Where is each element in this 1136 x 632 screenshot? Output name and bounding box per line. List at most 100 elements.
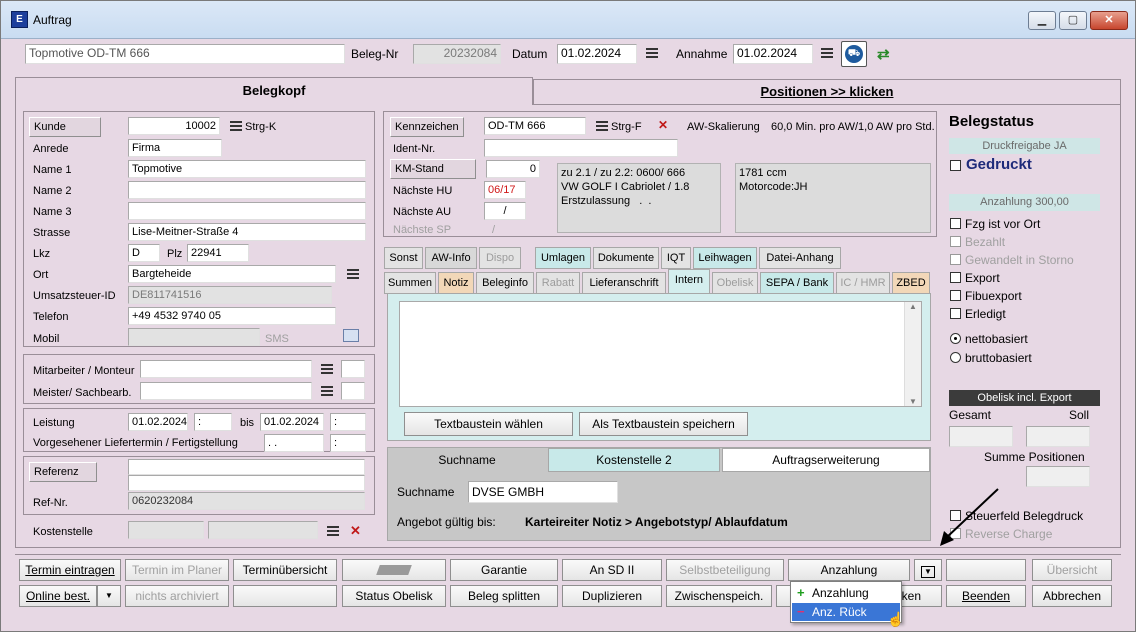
mobil-field[interactable] — [128, 328, 260, 346]
name2-field[interactable] — [128, 181, 366, 199]
kennzeichen-field[interactable]: OD-TM 666 — [484, 117, 586, 135]
beleg-name-field[interactable]: Topmotive OD-TM 666 — [25, 44, 345, 64]
beenden-button[interactable]: Beenden — [946, 585, 1026, 607]
datum-list-icon[interactable] — [646, 48, 658, 58]
an-sd-button[interactable]: An SD II — [562, 559, 662, 581]
refresh-icon[interactable]: ⇄ — [877, 45, 890, 63]
plz-field[interactable]: 22941 — [187, 244, 249, 262]
tab-rabatt[interactable]: Rabatt — [536, 272, 580, 294]
maximize-icon[interactable]: ▢ — [1059, 11, 1087, 30]
liefertermin-zeit[interactable]: : — [330, 434, 366, 452]
tab-aw-info[interactable]: AW-Info — [425, 247, 477, 269]
storno-checkbox[interactable] — [950, 254, 961, 265]
anrede-field[interactable]: Firma — [128, 139, 222, 157]
minimize-icon[interactable]: ▁ — [1028, 11, 1056, 30]
tab-summen[interactable]: Summen — [384, 272, 436, 294]
kennzeichen-delete-icon[interactable]: ✕ — [658, 118, 668, 132]
ident-field[interactable] — [484, 139, 678, 157]
leistung-bis-field[interactable]: 01.02.2024 — [260, 413, 324, 431]
leistung-bis-zeit[interactable]: : — [330, 413, 366, 431]
status-obelisk-button[interactable]: Status Obelisk — [342, 585, 446, 607]
tab-umlagen[interactable]: Umlagen — [535, 247, 591, 269]
monteur-field[interactable] — [140, 360, 312, 378]
liefertermin-field[interactable]: . . — [264, 434, 324, 452]
annahme-field[interactable]: 01.02.2024 — [733, 44, 813, 64]
kostenstelle-list-icon[interactable] — [327, 526, 339, 536]
kostenstelle-field-2[interactable] — [208, 521, 318, 539]
name1-field[interactable]: Topmotive — [128, 160, 366, 178]
termin-planer-button[interactable]: Termin im Planer — [125, 559, 229, 581]
suchname-field[interactable]: DVSE GMBH — [468, 481, 618, 503]
tab-dispo[interactable]: Dispo — [479, 247, 521, 269]
abbrechen-button[interactable]: Abbrechen — [1032, 585, 1112, 607]
hu-field[interactable]: 06/17 — [484, 181, 526, 199]
duplizieren-button[interactable]: Duplizieren — [562, 585, 662, 607]
export-checkbox[interactable] — [950, 272, 961, 283]
empty-button[interactable] — [946, 559, 1026, 581]
online-dropdown-icon[interactable]: ▼ — [97, 585, 121, 607]
kostenstelle-delete-icon[interactable]: ✕ — [350, 523, 361, 539]
meister-list-icon[interactable] — [321, 386, 333, 396]
tab-leihwagen[interactable]: Leihwagen — [693, 247, 757, 269]
selbstbeteiligung-button[interactable]: Selbstbeteiligung — [666, 559, 784, 581]
tab-datei-anhang[interactable]: Datei-Anhang — [759, 247, 841, 269]
garantie-button[interactable]: Garantie — [450, 559, 558, 581]
telefon-field[interactable]: +49 4532 9740 05 — [128, 307, 336, 325]
anzahlung-dropdown-button[interactable]: ▼ — [914, 559, 942, 581]
ort-field[interactable]: Bargteheide — [128, 265, 336, 283]
tab-sonst[interactable]: Sonst — [384, 247, 423, 269]
kunde-button[interactable]: Kunde — [29, 117, 101, 137]
name3-field[interactable] — [128, 202, 366, 220]
textbaustein-button[interactable]: Textbaustein wählen — [404, 412, 573, 436]
brutto-radio[interactable] — [950, 352, 961, 363]
tab-intern[interactable]: Intern — [668, 269, 710, 294]
empty-button-2[interactable] — [233, 585, 337, 607]
textbaustein-speichern-button[interactable]: Als Textbaustein speichern — [579, 412, 748, 436]
annahme-list-icon[interactable] — [821, 48, 833, 58]
tab-suchname[interactable]: Suchname — [388, 448, 546, 472]
erledigt-checkbox[interactable] — [950, 308, 961, 319]
terminuebersicht-button[interactable]: Terminübersicht — [233, 559, 337, 581]
tab-sepa-bank[interactable]: SEPA / Bank — [760, 272, 834, 294]
bezahlt-checkbox[interactable] — [950, 236, 961, 247]
au-field[interactable]: / — [484, 202, 526, 220]
menu-item-anz-rueck[interactable]: − Anz. Rück — [792, 603, 900, 621]
intern-scrollbar[interactable]: ▲ ▼ — [904, 302, 921, 406]
logo-button[interactable] — [342, 559, 446, 581]
lkz-field[interactable]: D — [128, 244, 160, 262]
archiv-button[interactable]: nichts archiviert — [125, 585, 229, 607]
kunde-list-icon[interactable] — [230, 121, 242, 131]
sms-send-icon[interactable] — [343, 329, 359, 342]
beleg-splitten-button[interactable]: Beleg splitten — [450, 585, 558, 607]
tab-lieferanschrift[interactable]: Lieferanschrift — [582, 272, 666, 294]
km-stand-field[interactable]: 0 — [486, 160, 540, 178]
menu-item-anzahlung[interactable]: + Anzahlung — [792, 584, 900, 602]
strasse-field[interactable]: Lise-Meitner-Straße 4 — [128, 223, 366, 241]
tab-dokumente[interactable]: Dokumente — [593, 247, 659, 269]
tab-obelisk[interactable]: Obelisk — [712, 272, 758, 294]
netto-radio[interactable] — [950, 333, 961, 344]
fibuexport-checkbox[interactable] — [950, 290, 961, 301]
tab-auftragserweiterung[interactable]: Auftragserweiterung — [722, 448, 930, 472]
tab-belegkopf[interactable]: Belegkopf — [15, 77, 533, 105]
anzahlung-button[interactable]: Anzahlung — [788, 559, 910, 581]
ort-list-icon[interactable] — [347, 269, 359, 279]
tab-positionen[interactable]: Positionen >> klicken — [533, 79, 1121, 105]
tab-iqt[interactable]: IQT — [661, 247, 691, 269]
fzg-checkbox[interactable] — [950, 218, 961, 229]
tab-ic-hmr[interactable]: IC / HMR — [836, 272, 890, 294]
zwischenspeichern-button[interactable]: Zwischenspeich. — [666, 585, 772, 607]
monteur-code-field[interactable] — [341, 360, 365, 378]
referenz-button[interactable]: Referenz — [29, 462, 97, 482]
gedruckt-checkbox[interactable] — [950, 160, 961, 171]
tab-notiz[interactable]: Notiz — [438, 272, 474, 294]
online-bestellen-button[interactable]: Online best. — [19, 585, 97, 607]
kostenstelle-field-1[interactable] — [128, 521, 204, 539]
meister-field[interactable] — [140, 382, 312, 400]
referenz-field-2[interactable] — [128, 475, 365, 491]
termin-eintragen-button[interactable]: Termin eintragen — [19, 559, 121, 581]
kennzeichen-list-icon[interactable] — [596, 121, 608, 131]
kennzeichen-button[interactable]: Kennzeichen — [390, 117, 464, 137]
car-icon[interactable]: ⛟ — [841, 41, 867, 67]
kunde-nr-field[interactable]: 10002 — [128, 117, 220, 135]
